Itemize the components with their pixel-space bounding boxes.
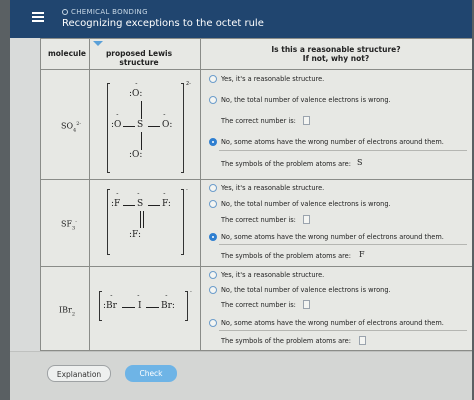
molecule-formula: SO42- — [61, 121, 82, 134]
atom-left: :F — [111, 199, 121, 209]
atom-bottom: :O: — [129, 150, 143, 160]
divider — [219, 244, 467, 245]
check-button[interactable]: Check — [125, 365, 177, 382]
col-divider — [200, 39, 201, 352]
col-question-line1: Is this a reasonable structure? — [271, 45, 401, 54]
lone-pair: ·· — [116, 191, 119, 198]
row1-opt3-label: No, some atoms have the wrong number of … — [221, 138, 444, 146]
atom-center: S — [137, 199, 144, 209]
left-bracket — [99, 291, 102, 321]
bond — [146, 307, 159, 308]
bond — [140, 211, 141, 228]
lone-pair: ·· — [110, 293, 113, 300]
atom-center: I — [138, 301, 142, 311]
row3-opt1-label: Yes, it's a reasonable structure. — [221, 271, 325, 279]
row3-problem-atoms-label: The symbols of the problem atoms are: — [221, 337, 351, 345]
bond — [141, 132, 142, 150]
screen: CHEMICAL BONDING Recognizing exceptions … — [10, 0, 472, 400]
right-bracket — [181, 189, 184, 255]
bond — [148, 126, 160, 127]
ion-charge: - — [190, 289, 192, 295]
table-header: molecule proposed Lewis structure Is thi… — [41, 39, 472, 70]
row3-opt3-label: No, some atoms have the wrong number of … — [221, 319, 444, 327]
atom-center: S — [137, 120, 144, 130]
right-bracket — [185, 291, 188, 321]
row2-opt2-label: No, the total number of valence electron… — [221, 200, 391, 208]
explanation-button[interactable]: Explanation — [47, 365, 111, 382]
page-title: Recognizing exceptions to the octet rule — [62, 18, 264, 29]
lone-pair: ·· — [163, 191, 166, 198]
row2-problem-atoms-input[interactable]: F — [359, 250, 365, 259]
col-divider — [89, 39, 90, 352]
row2-correct-number-input[interactable] — [303, 215, 310, 224]
row2-problem-atoms-label: The symbols of the problem atoms are: — [221, 252, 351, 260]
atom-right: Br: — [161, 301, 175, 311]
radio-row3-opt1[interactable] — [209, 271, 217, 279]
row2-correct-number-label: The correct number is: — [221, 216, 296, 224]
molecule-formula: SF3- — [61, 219, 77, 232]
row1-opt1-label: Yes, it's a reasonable structure. — [221, 75, 325, 83]
divider — [219, 330, 467, 331]
topic-dot-icon — [62, 9, 68, 15]
radio-row2-opt1[interactable] — [209, 184, 217, 192]
row1-problem-atoms-input[interactable]: S — [357, 158, 362, 167]
radio-row2-opt2[interactable] — [209, 200, 217, 208]
radio-row3-opt2[interactable] — [209, 286, 217, 294]
left-bracket — [107, 189, 110, 255]
atom-left: :O — [111, 120, 122, 130]
right-bracket — [181, 83, 184, 173]
row3-opt2-label: No, the total number of valence electron… — [221, 286, 391, 294]
row1-correct-number-input[interactable] — [303, 116, 310, 125]
divider — [219, 150, 467, 151]
lone-pair: ·· — [135, 81, 138, 88]
chevron-down-icon[interactable] — [93, 41, 103, 46]
topic-label: CHEMICAL BONDING — [62, 8, 148, 16]
row2-opt1-label: Yes, it's a reasonable structure. — [221, 184, 325, 192]
molecule-formula: IBr2 — [59, 305, 76, 318]
row1-opt2-label: No, the total number of valence electron… — [221, 96, 391, 104]
lone-pair: ·· — [163, 112, 166, 119]
col-lewis: proposed Lewis structure — [105, 49, 173, 67]
row-divider — [41, 266, 472, 267]
left-bracket — [107, 83, 110, 173]
row1-problem-atoms-label: The symbols of the problem atoms are: — [221, 160, 351, 168]
ion-charge: 2- — [186, 81, 191, 87]
bond — [123, 126, 135, 127]
lone-pair: ·· — [137, 293, 140, 300]
col-molecule: molecule — [47, 49, 87, 58]
row2-opt3-label: No, some atoms have the wrong number of … — [221, 233, 444, 241]
menu-icon[interactable] — [32, 12, 44, 22]
bond — [123, 205, 135, 206]
radio-row2-opt3[interactable] — [209, 233, 217, 241]
bond — [122, 307, 135, 308]
radio-row1-opt3[interactable] — [209, 138, 217, 146]
row3-correct-number-label: The correct number is: — [221, 301, 296, 309]
bond — [143, 211, 144, 228]
ion-charge: - — [186, 187, 188, 193]
atom-left: :Br — [103, 301, 117, 311]
header-bar: CHEMICAL BONDING Recognizing exceptions … — [10, 0, 472, 38]
radio-row1-opt2[interactable] — [209, 96, 217, 104]
atom-right: F: — [162, 199, 171, 209]
radio-row3-opt3[interactable] — [209, 319, 217, 327]
radio-row1-opt1[interactable] — [209, 75, 217, 83]
row3-correct-number-input[interactable] — [303, 300, 310, 309]
row3-problem-atoms-input[interactable] — [359, 336, 366, 345]
row1-correct-number-label: The correct number is: — [221, 117, 296, 125]
atom-bottom: :F: — [129, 230, 141, 240]
lone-pair: ·· — [165, 293, 168, 300]
atom-right: O: — [162, 120, 173, 130]
footer-bar: Explanation Check — [10, 351, 472, 400]
atom-top: :O: — [129, 89, 143, 99]
question-table: molecule proposed Lewis structure Is thi… — [40, 38, 472, 352]
col-question-line2: If not, why not? — [302, 54, 370, 63]
row-divider — [41, 179, 472, 180]
bond — [148, 205, 160, 206]
lone-pair: ·· — [137, 191, 140, 198]
bond — [141, 101, 142, 119]
lone-pair: ·· — [116, 112, 119, 119]
